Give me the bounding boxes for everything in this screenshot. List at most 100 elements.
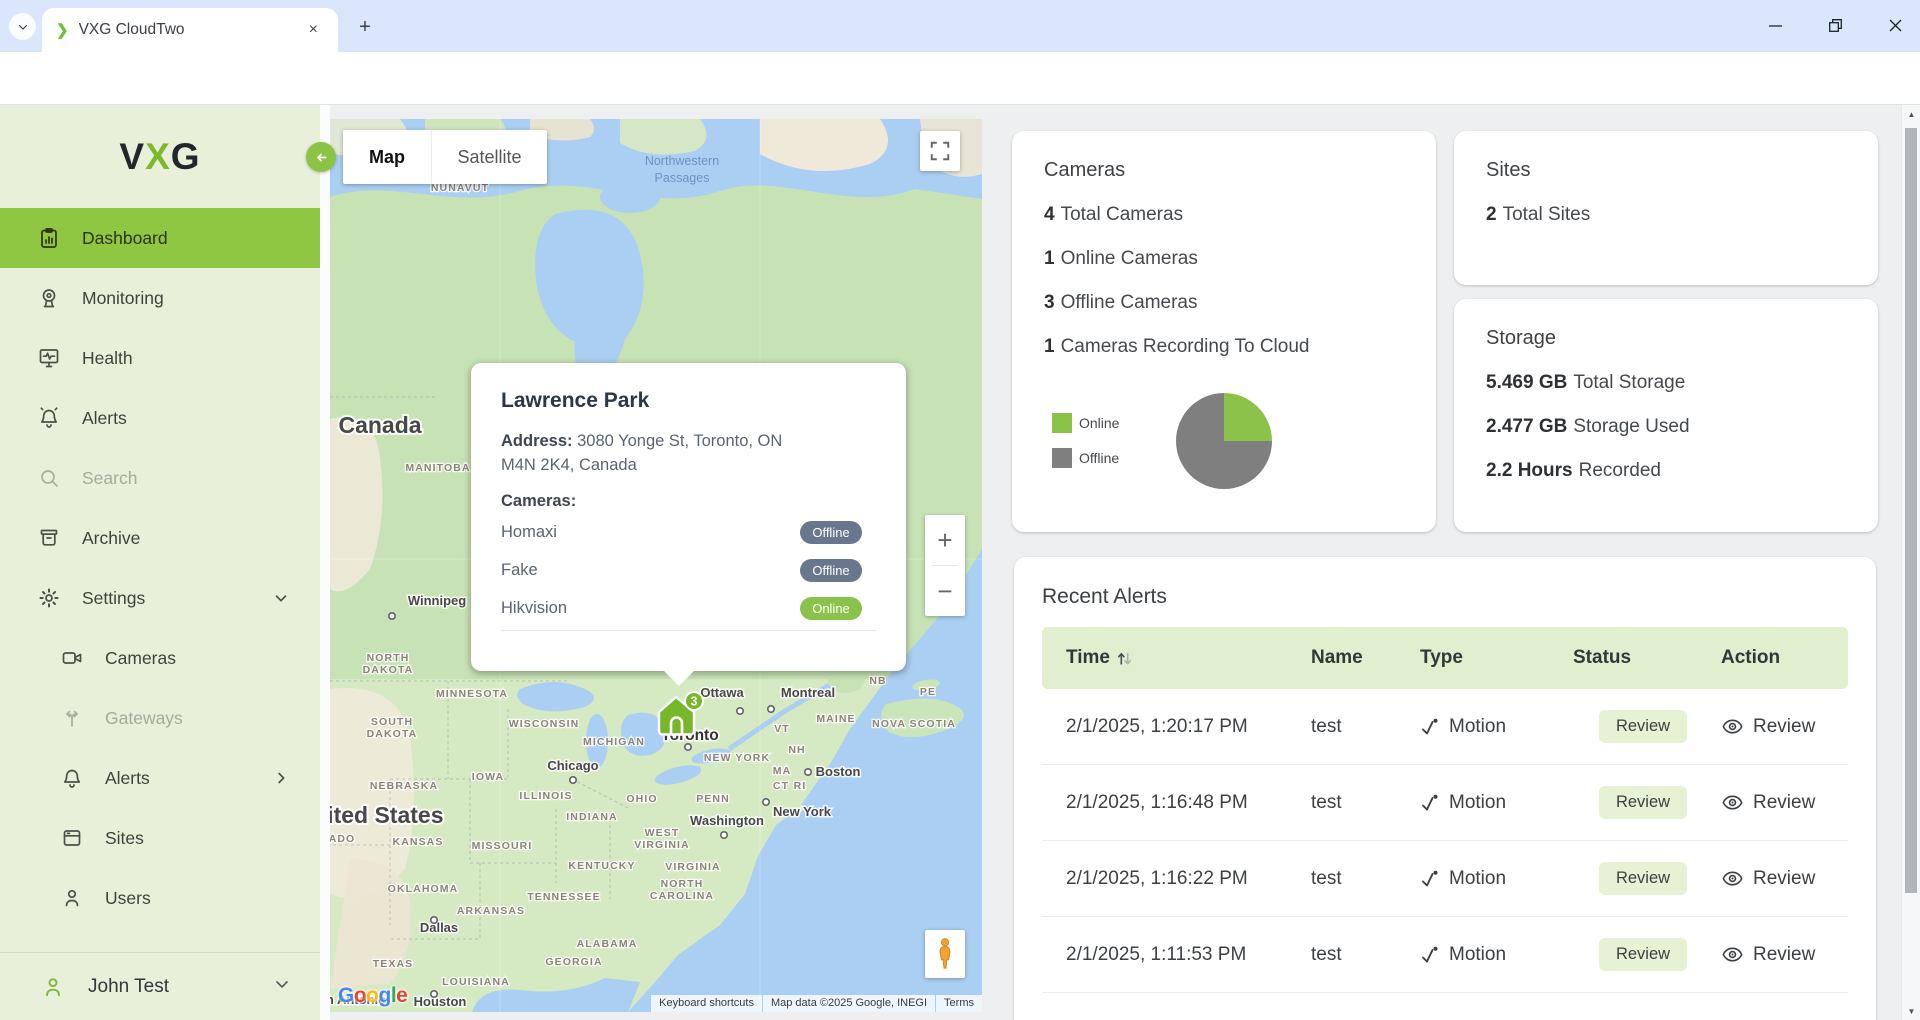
status-review-button[interactable]: Review [1599,938,1687,971]
google-logo[interactable]: Google [338,984,407,1008]
alert-type: Motion [1396,792,1549,814]
svg-text:RI: RI [794,780,807,792]
svg-text:WEST: WEST [645,827,680,839]
status-review-button[interactable]: Review [1599,862,1687,895]
motion-icon [1420,793,1440,813]
popup-camera-row: Fake Offline [501,554,876,587]
svg-text:CT: CT [773,780,789,792]
sidebar-item-label: Sites [105,828,144,849]
alert-action[interactable]: Review [1697,715,1848,738]
offline-swatch [1052,448,1072,468]
browser-tab[interactable]: ❯ VXG CloudTwo × [42,8,338,52]
fullscreen-icon [929,140,951,162]
sidebar-item-archive[interactable]: Archive [0,508,320,568]
chevron-right-icon [272,769,290,787]
terms-link[interactable]: Terms [936,995,982,1012]
scroll-down-arrow[interactable]: ▼ [1902,1002,1920,1020]
action-review-link[interactable]: Review [1753,716,1815,738]
sidebar-item-monitoring[interactable]: Monitoring [0,268,320,328]
map-zoom-control: + − [925,515,965,616]
camera-status-badge: Offline [800,559,862,582]
svg-text:MAINE: MAINE [816,713,855,725]
svg-text:MANITOBA: MANITOBA [405,462,470,474]
eye-icon [1721,791,1744,814]
browser-tab-strip: ❯ VXG CloudTwo × + [0,0,1920,52]
sidebar-item-users[interactable]: Users [0,868,320,928]
scrollbar-thumb[interactable] [1905,128,1917,893]
sidebar-item-cameras[interactable]: Cameras [0,628,320,688]
map-attribution: Keyboard shortcuts Map data ©2025 Google… [650,995,982,1012]
zoom-out-button[interactable]: − [925,566,965,616]
column-type[interactable]: Type [1396,647,1549,669]
map-canvas[interactable]: NorthwesternPassagesNUNAVUTCanadaMANITOB… [330,119,982,1012]
logo-x: X [145,136,171,178]
tab-close-button[interactable]: × [303,19,324,41]
main-content: NorthwesternPassagesNUNAVUTCanadaMANITOB… [330,105,1901,1020]
svg-text:MA: MA [773,765,792,777]
svg-text:MINNESOTA: MINNESOTA [436,688,508,700]
map-type-satellite-button[interactable]: Satellite [431,130,547,184]
bell-icon [60,766,84,790]
new-tab-button[interactable]: + [352,14,378,40]
stat-offline-cameras: 3Offline Cameras [1012,292,1436,314]
svg-text:GEORGIA: GEORGIA [545,956,602,968]
alert-action[interactable]: Review [1697,791,1848,814]
camera-status-badge: Online [800,597,862,620]
motion-icon [1420,717,1440,737]
alert-action[interactable]: Review [1697,943,1848,966]
sidebar-item-alerts-settings[interactable]: Alerts [0,748,320,808]
stat-hours-recorded: 2.2 HoursRecorded [1454,460,1878,482]
column-name[interactable]: Name [1287,647,1396,669]
user-menu[interactable]: John Test [0,952,320,1020]
window-restore-button[interactable] [1812,0,1858,50]
page-scrollbar[interactable]: ▲ ▼ [1901,105,1920,1020]
sidebar-item-sites[interactable]: Sites [0,808,320,868]
action-review-link[interactable]: Review [1753,792,1815,814]
window-close-button[interactable] [1872,0,1918,50]
alert-time: 2/1/2025, 1:16:48 PM [1042,792,1287,814]
alert-row: 2/1/2025, 1:16:48 PM test Motion Review … [1042,765,1848,841]
scroll-up-arrow[interactable]: ▲ [1902,105,1920,123]
sidebar-item-alerts[interactable]: Alerts [0,388,320,448]
svg-text:CAROLINA: CAROLINA [650,890,714,902]
sidebar-gap [320,105,330,1020]
sidebar-item-label: Search [82,468,137,489]
storage-card-title: Storage [1454,299,1878,350]
status-review-button[interactable]: Review [1599,786,1687,819]
column-status[interactable]: Status [1549,647,1697,669]
eye-icon [1721,943,1744,966]
sidebar-item-search[interactable]: Search [0,448,320,508]
map-type-map-button[interactable]: Map [343,130,431,184]
svg-text:Dallas: Dallas [420,920,458,935]
sidebar-item-dashboard[interactable]: Dashboard [0,208,320,268]
alert-status[interactable]: Review [1549,862,1697,895]
alert-status[interactable]: Review [1549,786,1697,819]
sidebar-item-label: Users [105,888,151,909]
site-info-popup: Lawrence Park Address: 3080 Yonge St, To… [471,363,906,671]
action-review-link[interactable]: Review [1753,944,1815,966]
column-time[interactable]: Time [1042,647,1287,669]
action-review-link[interactable]: Review [1753,868,1815,890]
column-action[interactable]: Action [1697,647,1848,669]
stat-online-cameras: 1Online Cameras [1012,248,1436,270]
alert-status[interactable]: Review [1549,938,1697,971]
svg-text:VIRGINIA: VIRGINIA [665,861,720,873]
svg-text:MISSOURI: MISSOURI [472,840,533,852]
street-view-pegman-button[interactable] [925,930,965,978]
keyboard-shortcuts-link[interactable]: Keyboard shortcuts [651,995,762,1012]
sidebar-item-health[interactable]: Health [0,328,320,388]
status-review-button[interactable]: Review [1599,710,1687,743]
map-fullscreen-button[interactable] [920,131,960,171]
sidebar-item-settings[interactable]: Settings [0,568,320,628]
alert-action[interactable]: Review [1697,867,1848,890]
sidebar-item-gateways[interactable]: Gateways [0,688,320,748]
sidebar-collapse-button[interactable] [306,142,336,172]
window-minimize-button[interactable] [1752,0,1798,50]
alert-status[interactable]: Review [1549,710,1697,743]
site-map-marker[interactable]: 3 [655,690,705,740]
sort-icon[interactable] [1116,650,1133,667]
zoom-in-button[interactable]: + [925,515,965,565]
alert-name: test [1287,944,1396,966]
legend-offline: Offline [1052,448,1119,468]
tab-search-button[interactable] [9,13,36,40]
